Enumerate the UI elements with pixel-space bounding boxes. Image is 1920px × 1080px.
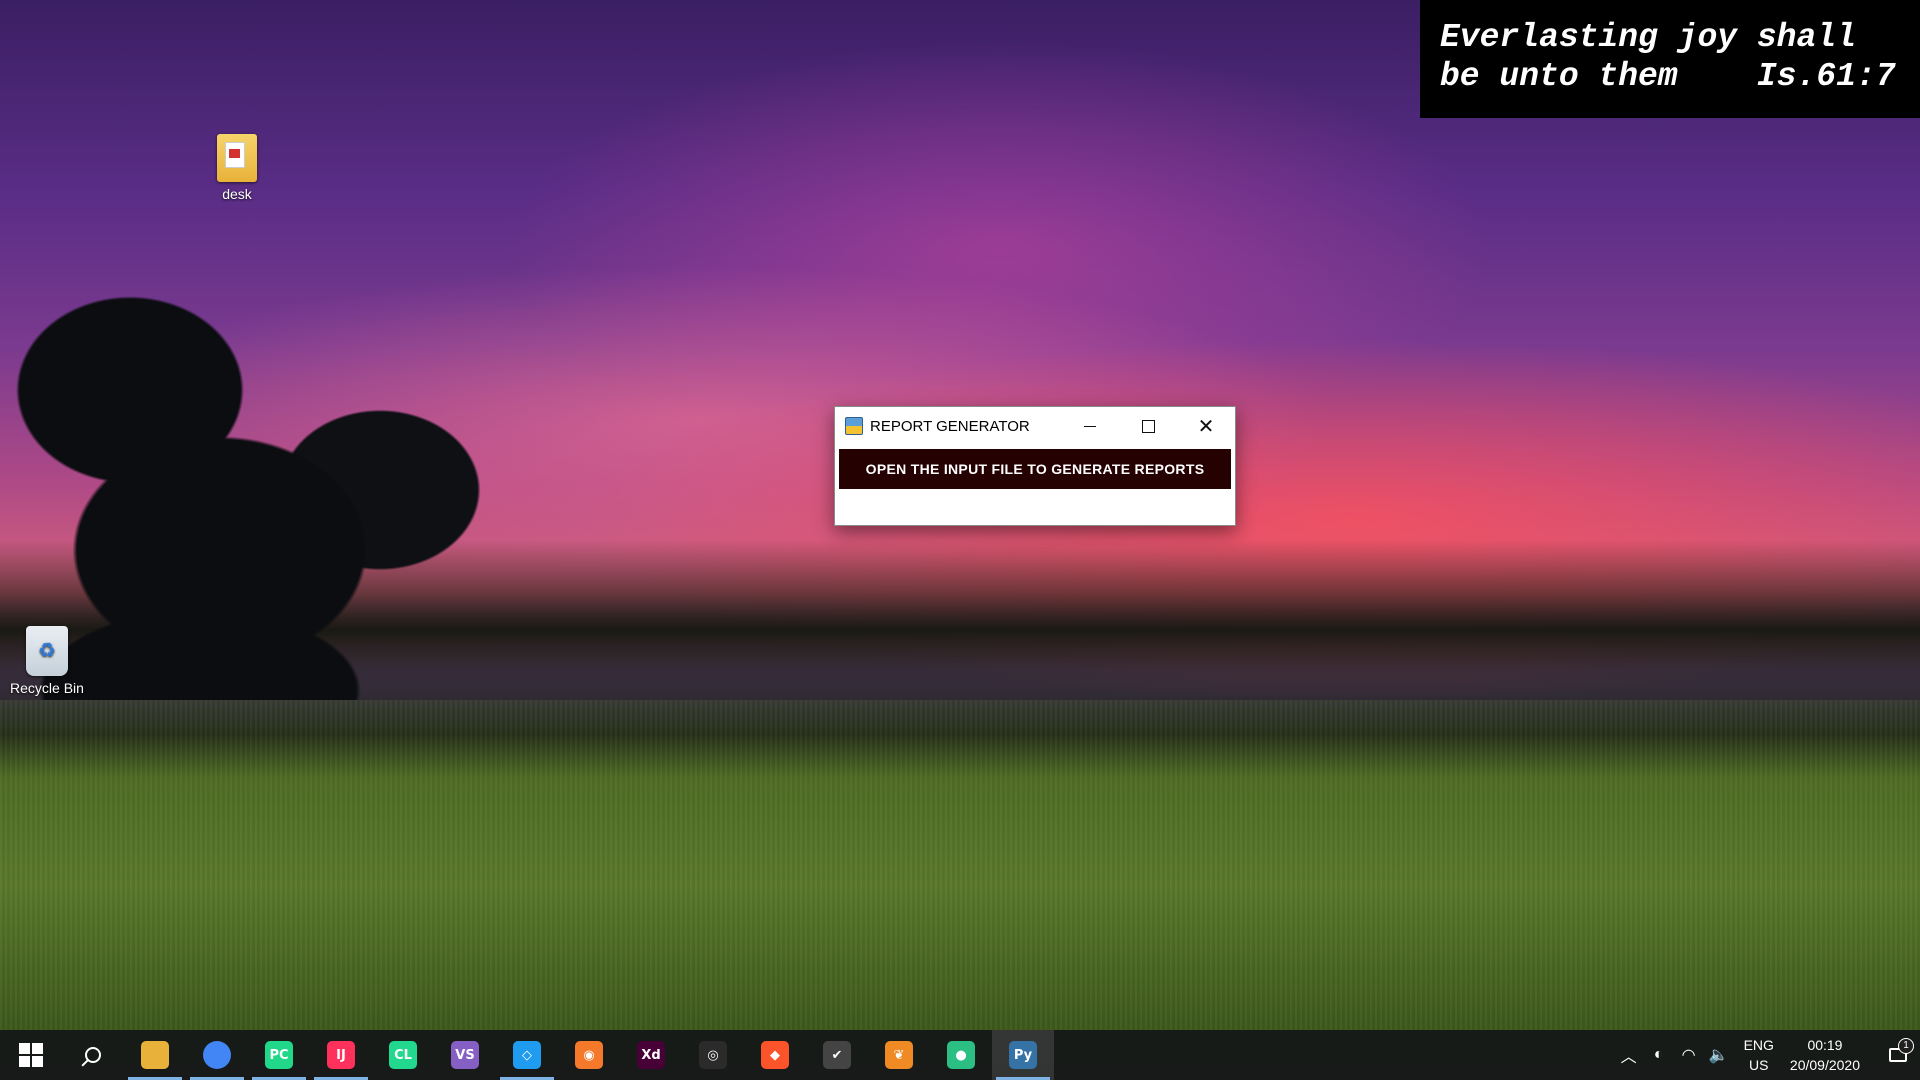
desktop-icon-label: desk bbox=[222, 186, 252, 202]
volume-icon[interactable]: 🔈 bbox=[1704, 1045, 1734, 1065]
taskbar-app-visual-studio[interactable]: VS bbox=[434, 1030, 496, 1080]
app-check-icon: ✔ bbox=[823, 1041, 851, 1069]
title-bar[interactable]: REPORT GENERATOR ✕ bbox=[835, 407, 1235, 445]
taskbar-app-file-explorer[interactable] bbox=[124, 1030, 186, 1080]
pycharm-icon: PC bbox=[265, 1041, 293, 1069]
desktop-icon-desk[interactable]: desk bbox=[192, 134, 282, 202]
taskbar-app-intellij[interactable]: IJ bbox=[310, 1030, 372, 1080]
desktop-wallpaper bbox=[0, 0, 1920, 1080]
system-tray: ︿ ◐ ◠ 🔈 ENG US 00:19 20/09/2020 1 bbox=[1614, 1030, 1920, 1080]
taskbar-app-clion[interactable]: CL bbox=[372, 1030, 434, 1080]
recycle-bin-icon: ♻ bbox=[26, 626, 68, 676]
github-desktop-icon: ● bbox=[947, 1041, 975, 1069]
notification-center-button[interactable]: 1 bbox=[1876, 1038, 1920, 1062]
taskbar-app-chrome[interactable] bbox=[186, 1030, 248, 1080]
start-button[interactable] bbox=[0, 1030, 62, 1080]
taskbar-app-brave[interactable]: ◆ bbox=[744, 1030, 806, 1080]
fl-studio-icon: ❦ bbox=[885, 1041, 913, 1069]
report-generator-window: REPORT GENERATOR ✕ OPEN THE INPUT FILE T… bbox=[834, 406, 1236, 526]
blender-icon: ◉ bbox=[575, 1041, 603, 1069]
verse-overlay: Everlasting joy shall be unto them Is.61:… bbox=[1420, 0, 1920, 118]
folder-pdf-icon bbox=[217, 134, 257, 182]
language-indicator[interactable]: ENG US bbox=[1744, 1035, 1774, 1075]
brave-icon: ◆ bbox=[761, 1041, 789, 1069]
search-button[interactable] bbox=[62, 1030, 124, 1080]
chrome-icon bbox=[203, 1041, 231, 1069]
wallpaper-grass bbox=[0, 700, 1920, 1030]
weather-icon[interactable]: ◐ bbox=[1644, 1046, 1674, 1064]
taskbar-app-fl-studio[interactable]: ❦ bbox=[868, 1030, 930, 1080]
language-region: US bbox=[1749, 1057, 1769, 1073]
taskbar-app-vscode[interactable]: ◇ bbox=[496, 1030, 558, 1080]
app-icon bbox=[845, 417, 863, 435]
taskbar-app-blender[interactable]: ◉ bbox=[558, 1030, 620, 1080]
minimize-button[interactable] bbox=[1061, 407, 1119, 445]
windows-logo-icon bbox=[19, 1043, 43, 1067]
search-icon bbox=[85, 1047, 101, 1063]
taskbar-app-github-desktop[interactable]: ● bbox=[930, 1030, 992, 1080]
taskbar-app-adobe-xd[interactable]: Xd bbox=[620, 1030, 682, 1080]
taskbar-app-app-check[interactable]: ✔ bbox=[806, 1030, 868, 1080]
vscode-icon: ◇ bbox=[513, 1041, 541, 1069]
adobe-xd-icon: Xd bbox=[637, 1041, 665, 1069]
window-title: REPORT GENERATOR bbox=[870, 417, 1030, 435]
clock-time: 00:19 bbox=[1807, 1037, 1843, 1053]
clock[interactable]: 00:19 20/09/2020 bbox=[1790, 1035, 1860, 1075]
clion-icon: CL bbox=[389, 1041, 417, 1069]
taskbar-app-python[interactable]: Py bbox=[992, 1030, 1054, 1080]
maximize-button[interactable] bbox=[1119, 407, 1177, 445]
wifi-icon[interactable]: ◠ bbox=[1674, 1045, 1704, 1065]
verse-line-1: Everlasting joy shall bbox=[1440, 19, 1856, 56]
desktop-icon-label: Recycle Bin bbox=[10, 680, 84, 696]
taskbar: PC IJ CL VS ◇ ◉ Xd ◎ ◆ ✔ ❦ ● Py ︿ ◐ ◠ 🔈 ENG US 00:19… bbox=[0, 1030, 1920, 1080]
python-icon: Py bbox=[1009, 1041, 1037, 1069]
open-input-file-button[interactable]: OPEN THE INPUT FILE TO GENERATE REPORTS bbox=[839, 449, 1231, 489]
language-code: ENG bbox=[1743, 1037, 1774, 1053]
visual-studio-icon: VS bbox=[451, 1041, 479, 1069]
taskbar-app-pycharm[interactable]: PC bbox=[248, 1030, 310, 1080]
verse-line-2: be unto them Is.61:7 bbox=[1440, 58, 1896, 95]
file-explorer-icon bbox=[141, 1041, 169, 1069]
close-button[interactable]: ✕ bbox=[1177, 407, 1235, 445]
obs-icon: ◎ bbox=[699, 1041, 727, 1069]
desktop-icon-recycle-bin[interactable]: ♻ Recycle Bin bbox=[2, 626, 92, 696]
notification-count: 1 bbox=[1898, 1038, 1914, 1054]
clock-date: 20/09/2020 bbox=[1789, 1057, 1860, 1073]
wallpaper-trees bbox=[0, 130, 520, 700]
intellij-icon: IJ bbox=[327, 1041, 355, 1069]
taskbar-app-obs[interactable]: ◎ bbox=[682, 1030, 744, 1080]
chevron-up-icon[interactable]: ︿ bbox=[1614, 1043, 1644, 1067]
